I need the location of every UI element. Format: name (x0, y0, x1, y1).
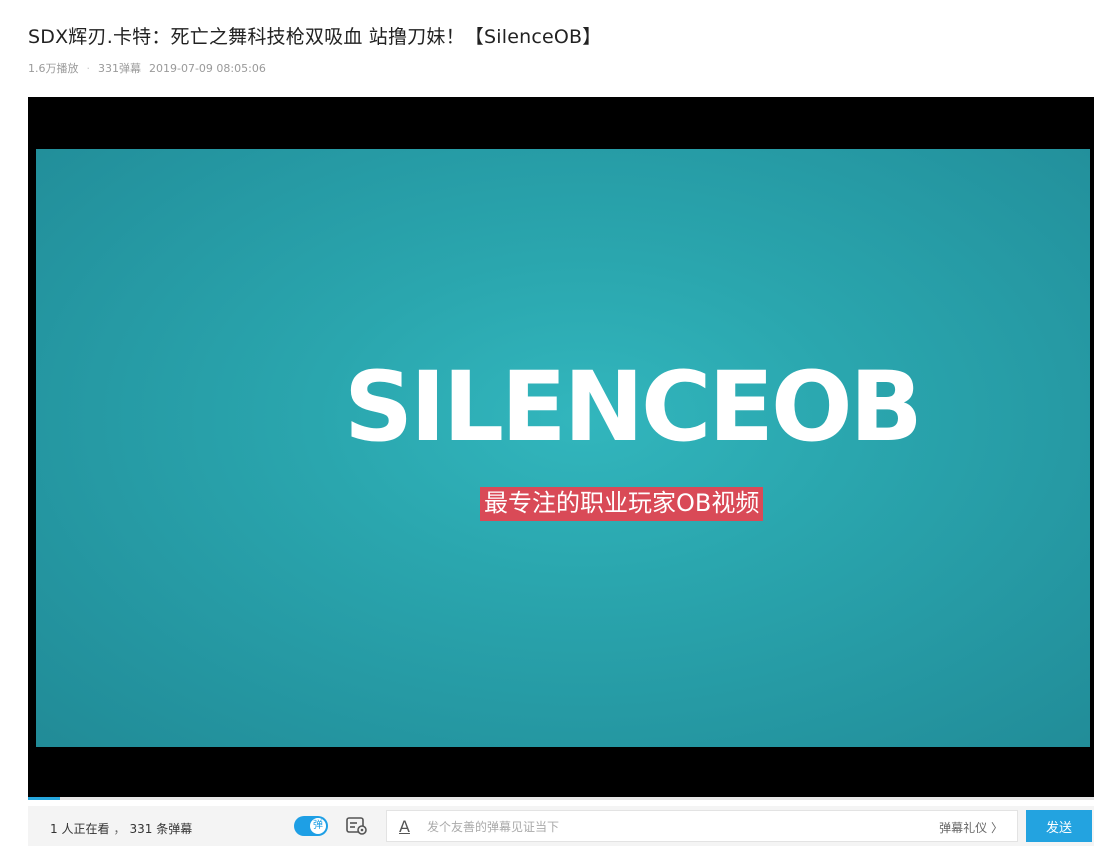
video-title: SDX辉刃.卡特：死亡之舞科技枪双吸血 站撸刀妹！【SilenceOB】 (28, 26, 602, 48)
danmaku-etiquette-link[interactable]: 弹幕礼仪 〉 (939, 819, 1003, 836)
channel-logo-text: SILENCEOB (344, 351, 923, 463)
video-frame[interactable]: SILENCEOB 最专注的职业玩家OB视频 (36, 149, 1090, 747)
danmaku-toggle[interactable]: 弹 (294, 816, 328, 836)
viewer-separator: ， (113, 822, 126, 836)
font-style-icon[interactable]: A (399, 817, 410, 836)
play-count: 1.6万播放 (28, 62, 79, 75)
channel-tagline: 最专注的职业玩家OB视频 (480, 487, 764, 521)
danmaku-toggle-knob: 弹 (310, 818, 326, 834)
send-button[interactable]: 发送 (1026, 810, 1092, 842)
danmaku-settings-icon[interactable] (346, 817, 368, 835)
danmaku-input-box: A 弹幕礼仪 〉 (386, 810, 1018, 842)
video-player[interactable]: SILENCEOB 最专注的职业玩家OB视频 (28, 97, 1094, 800)
danmaku-total: 331 条弹幕 (129, 822, 193, 836)
progress-fill (28, 797, 60, 800)
viewer-info: 1 人正在看， 331 条弹幕 (50, 820, 192, 837)
danmaku-toolbar: 1 人正在看，331 条弹幕 弹 A 弹幕礼仪 〉 发送 (28, 806, 1094, 846)
danmaku-input[interactable] (425, 814, 899, 840)
video-meta: 1.6万播放 · 331弹幕 2019-07-09 08:05:06 (28, 60, 274, 76)
viewers-count: 1 人正在看 (50, 822, 110, 836)
danmaku-count: 331弹幕 (98, 62, 141, 75)
progress-bar[interactable] (28, 797, 1094, 800)
publish-date: 2019-07-09 08:05:06 (149, 62, 266, 75)
meta-separator: · (86, 62, 91, 75)
